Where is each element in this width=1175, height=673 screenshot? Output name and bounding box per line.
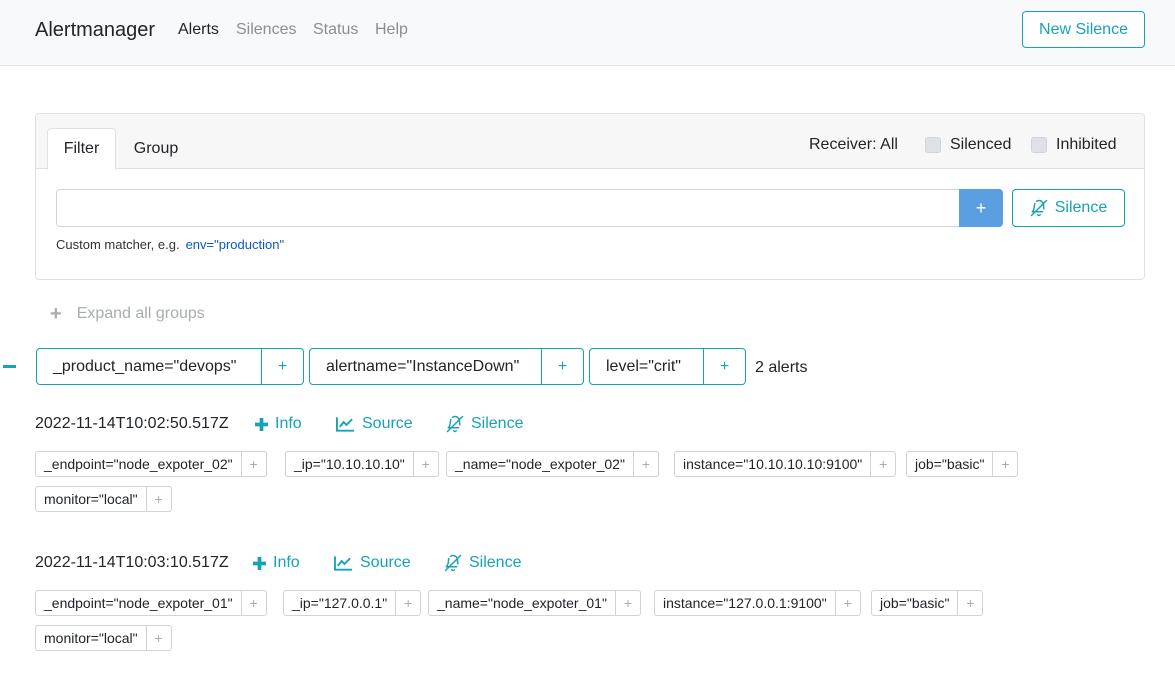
alert-label-tag: _endpoint="node_expoter_01" +	[35, 590, 267, 616]
navbar: Alertmanager Alerts Silences Status Help…	[0, 0, 1175, 66]
alert-label-tag: instance="127.0.0.1:9100" +	[654, 590, 861, 616]
matcher-hint: Custom matcher, e.g. env="production"	[56, 237, 284, 253]
source-label: Source	[362, 415, 413, 432]
alert-label-add-button[interactable]: +	[241, 590, 267, 616]
alert-label-tag: job="basic" +	[871, 590, 984, 616]
alert-label: instance="10.10.10.10:9100"	[674, 451, 872, 477]
hint-text: Custom matcher, e.g.	[56, 237, 180, 252]
silence-filter-button[interactable]: Silence	[1012, 189, 1125, 227]
alert-label: job="basic"	[871, 590, 959, 616]
tab-filter[interactable]: Filter	[47, 128, 116, 170]
alert-label: _ip="10.10.10.10"	[285, 451, 414, 477]
inhibited-checkbox[interactable]	[1031, 137, 1047, 153]
alert-label: monitor="local"	[35, 486, 147, 512]
group-label-add-button[interactable]: +	[704, 348, 746, 385]
alert-label-tag: _ip="10.10.10.10" +	[285, 451, 439, 477]
brand[interactable]: Alertmanager	[35, 18, 155, 42]
alert-label-add-button[interactable]: +	[835, 590, 861, 616]
alert-silence-button[interactable]: Silence	[444, 553, 521, 573]
group-label: level="crit"	[589, 348, 704, 385]
nav-status[interactable]: Status	[313, 20, 358, 40]
alert-label-add-button[interactable]: +	[871, 451, 897, 477]
nav-silences[interactable]: Silences	[236, 20, 296, 40]
alert-label: job="basic"	[906, 451, 994, 477]
alert-label-tag: _name="node_expoter_02" +	[446, 451, 659, 477]
source-label: Source	[360, 554, 411, 571]
group-label: alertname="InstanceDown"	[309, 348, 542, 385]
alert-source-button[interactable]: Source	[334, 553, 411, 573]
filter-card: Filter Group Receiver: All Silenced Inhi…	[35, 113, 1145, 280]
alert-label: _endpoint="node_expoter_01"	[35, 590, 242, 616]
bell-slash-icon	[444, 554, 462, 572]
alert-label-add-button[interactable]: +	[146, 486, 172, 512]
nav-alerts[interactable]: Alerts	[178, 20, 219, 40]
alert-label-add-button[interactable]: +	[615, 590, 641, 616]
group-label-tag: level="crit" +	[589, 348, 746, 385]
plus-icon: +	[50, 303, 62, 325]
bell-slash-icon	[1030, 199, 1047, 217]
alert-silence-button[interactable]: Silence	[446, 414, 523, 434]
alert-label-add-button[interactable]: +	[993, 451, 1019, 477]
inhibited-label: Inhibited	[1056, 136, 1117, 153]
group-label-add-button[interactable]: +	[262, 348, 304, 385]
alert-timestamp: 2022-11-14T10:02:50.517Z	[35, 415, 229, 432]
info-label: Info	[275, 415, 302, 432]
silence-label: Silence	[471, 415, 524, 432]
alert-label: instance="127.0.0.1:9100"	[654, 590, 836, 616]
plus-icon	[255, 417, 268, 431]
inhibited-toggle[interactable]: Inhibited	[1031, 135, 1117, 155]
alert-timestamp: 2022-11-14T10:03:10.517Z	[35, 554, 229, 571]
group-label: _product_name="devops"	[36, 348, 262, 385]
alert-label-tag: _name="node_expoter_01" +	[428, 590, 641, 616]
expand-all-groups[interactable]: + Expand all groups	[50, 304, 205, 324]
new-silence-button[interactable]: New Silence	[1022, 11, 1145, 48]
tab-group[interactable]: Group	[122, 128, 190, 170]
alert-label-tag: _endpoint="node_expoter_02" +	[35, 451, 267, 477]
add-matcher-button[interactable]: +	[959, 189, 1003, 227]
alert-label-tag: job="basic" +	[906, 451, 1019, 477]
alert-label-add-button[interactable]: +	[958, 590, 984, 616]
alert-label-tag: _ip="127.0.0.1" +	[283, 590, 422, 616]
alert-label-tag: monitor="local" +	[35, 625, 172, 651]
alert-source-button[interactable]: Source	[336, 414, 413, 434]
silenced-toggle[interactable]: Silenced	[925, 135, 1011, 155]
alert-label: _name="node_expoter_02"	[446, 451, 634, 477]
collapse-group-icon[interactable]	[3, 365, 16, 368]
group-label-tag: _product_name="devops" +	[36, 348, 304, 385]
silence-label: Silence	[469, 554, 522, 571]
silenced-label: Silenced	[950, 136, 1012, 153]
alert-label-add-button[interactable]: +	[146, 625, 172, 651]
group-label-add-button[interactable]: +	[542, 348, 584, 385]
alert-label: monitor="local"	[35, 625, 147, 651]
nav-help[interactable]: Help	[375, 20, 408, 40]
silence-filter-label: Silence	[1054, 199, 1108, 216]
alert-label: _endpoint="node_expoter_02"	[35, 451, 242, 477]
group-label-tag: alertname="InstanceDown" +	[309, 348, 584, 385]
chart-line-icon	[336, 417, 355, 432]
alert-label: _ip="127.0.0.1"	[283, 590, 397, 616]
silenced-checkbox[interactable]	[925, 137, 941, 153]
alert-count: 2 alerts	[755, 359, 808, 376]
alert-info-button[interactable]: Info	[255, 414, 302, 434]
alert-label: _name="node_expoter_01"	[428, 590, 616, 616]
alert-label-add-button[interactable]: +	[396, 590, 422, 616]
alert-label-tag: monitor="local" +	[35, 486, 172, 512]
info-label: Info	[273, 554, 300, 571]
hint-example-link[interactable]: env="production"	[186, 237, 285, 252]
bell-slash-icon	[446, 415, 464, 433]
filter-card-header: Filter Group Receiver: All Silenced Inhi…	[36, 114, 1144, 170]
alert-label-add-button[interactable]: +	[413, 451, 439, 477]
alert-info-button[interactable]: Info	[253, 553, 300, 573]
chart-line-icon	[334, 556, 353, 571]
alert-label-add-button[interactable]: +	[241, 451, 267, 477]
matcher-input[interactable]	[56, 189, 960, 227]
alert-label-add-button[interactable]: +	[633, 451, 659, 477]
receiver-select[interactable]: Receiver: All	[809, 135, 898, 155]
alert-label-tag: instance="10.10.10.10:9100" +	[674, 451, 897, 477]
expand-all-label: Expand all groups	[76, 305, 205, 322]
plus-icon	[253, 556, 266, 570]
